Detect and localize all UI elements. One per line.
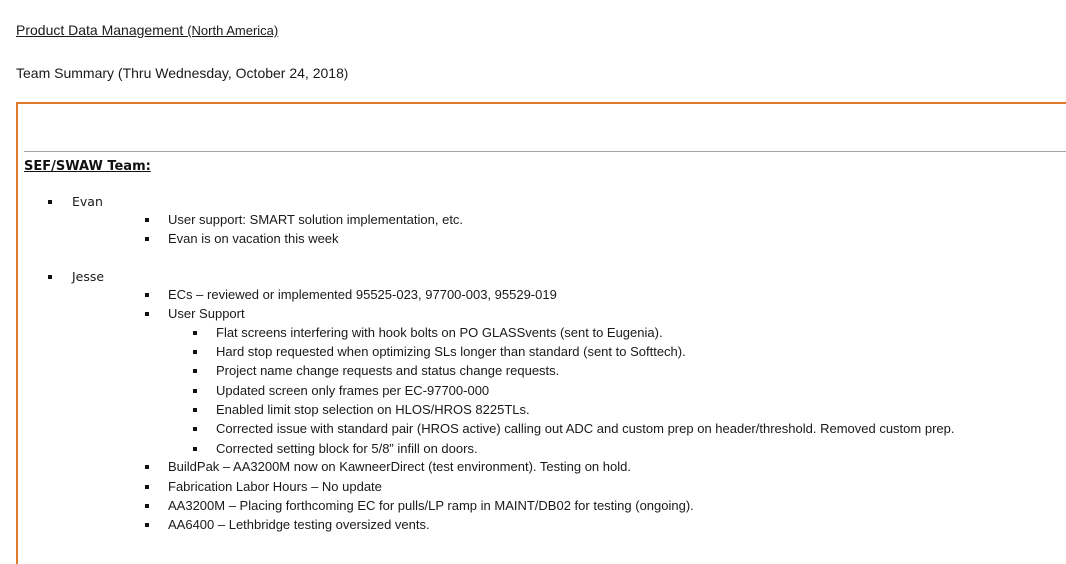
list-item: Evan is on vacation this week xyxy=(168,231,339,246)
sub-list-item: Flat screens interfering with hook bolts… xyxy=(216,325,663,340)
list-item: Fabrication Labor Hours – No update xyxy=(168,479,382,494)
bullet-icon xyxy=(193,350,197,354)
person-evan: Evan xyxy=(72,194,103,209)
list-item: AA6400 – Lethbridge testing oversized ve… xyxy=(168,517,430,532)
bullet-icon xyxy=(193,447,197,451)
document-title: Product Data Management (North America) xyxy=(16,22,278,38)
bullet-icon xyxy=(193,369,197,373)
bullet-icon xyxy=(193,427,197,431)
list-item: ECs – reviewed or implemented 95525-023,… xyxy=(168,287,557,302)
list-item: AA3200M – Placing forthcoming EC for pul… xyxy=(168,498,694,513)
sub-list-item: Project name change requests and status … xyxy=(216,363,560,378)
list-item: User Support xyxy=(168,306,245,321)
team-summary-subtitle: Team Summary (Thru Wednesday, October 24… xyxy=(16,65,348,81)
bullet-icon xyxy=(145,237,149,241)
bullet-icon xyxy=(145,293,149,297)
sub-list-item: Hard stop requested when optimizing SLs … xyxy=(216,344,686,359)
subtitle-close: ) xyxy=(343,66,349,81)
bullet-icon xyxy=(145,504,149,508)
bullet-icon xyxy=(193,331,197,335)
bullet-icon xyxy=(193,389,197,393)
sub-list-item: Updated screen only frames per EC-97700-… xyxy=(216,383,490,398)
team-heading: SEF/SWAW Team: xyxy=(24,159,151,174)
bullet-icon xyxy=(145,218,149,222)
person-jesse: Jesse xyxy=(72,269,105,284)
horizontal-rule xyxy=(24,151,1066,152)
bullet-icon xyxy=(48,275,52,279)
list-item: User support: SMART solution implementat… xyxy=(168,212,464,227)
document-title-main: Product Data Management xyxy=(16,22,188,38)
list-item: BuildPak – AA3200M now on KawneerDirect … xyxy=(168,459,631,474)
bullet-icon xyxy=(48,200,52,204)
bullet-icon xyxy=(145,312,149,316)
sub-list-item: Corrected setting block for 5/8” infill … xyxy=(216,441,478,456)
sub-list-item: Corrected issue with standard pair (HROS… xyxy=(216,421,955,436)
bullet-icon xyxy=(145,465,149,469)
bullet-icon xyxy=(193,408,197,412)
sub-list-item: Enabled limit stop selection on HLOS/HRO… xyxy=(216,402,530,417)
document-title-region: (North America) xyxy=(187,23,279,38)
bullet-icon xyxy=(145,523,149,527)
subtitle-main: Team Summary (Thru Wednesday, October 24… xyxy=(16,65,344,81)
bullet-icon xyxy=(145,485,149,489)
